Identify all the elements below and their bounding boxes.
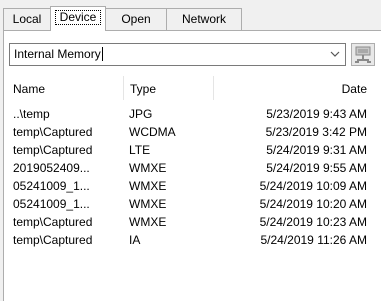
location-combobox[interactable]: Internal Memory [9,43,346,66]
file-name: 05241009_1... [13,179,90,193]
file-list[interactable]: Name Type Date ..\temp JPG 5/23/2019 9:4… [10,76,378,301]
tab-local[interactable]: Local [3,8,51,30]
chevron-down-icon[interactable] [329,48,341,60]
column-header-date[interactable]: Date [342,82,367,96]
file-name: 2019052409... [13,161,90,175]
tab-network-label: Network [181,12,226,26]
text-cursor [101,47,103,61]
tab-device-label: Device [59,10,97,24]
file-type: WMXE [129,197,167,211]
list-item[interactable]: ..\temp JPG 5/23/2019 9:43 AM [10,106,378,124]
column-header-type[interactable]: Type [130,82,156,96]
file-date: 5/24/2019 9:55 AM [266,161,367,175]
list-item[interactable]: 05241009_1... WMXE 5/24/2019 10:09 AM [10,178,378,196]
network-folder-icon [355,46,371,63]
file-name: 05241009_1... [13,197,90,211]
file-name: temp\Captured [13,215,93,229]
list-item[interactable]: 05241009_1... WMXE 5/24/2019 10:20 AM [10,196,378,214]
file-date: 5/23/2019 3:42 PM [265,125,367,139]
file-type: WMXE [129,215,167,229]
file-type: JPG [129,107,153,121]
file-type: IA [129,233,141,247]
file-date: 5/24/2019 10:23 AM [259,215,367,229]
file-date: 5/23/2019 9:43 AM [266,107,367,121]
file-date: 5/24/2019 10:09 AM [259,179,367,193]
file-type: WMXE [129,179,167,193]
column-divider[interactable] [213,76,214,100]
file-name: temp\Captured [13,143,93,157]
tab-open[interactable]: Open [105,8,167,30]
file-type: LTE [129,143,151,157]
tab-network[interactable]: Network [166,8,242,30]
list-item[interactable]: temp\Captured LTE 5/24/2019 9:31 AM [10,142,378,160]
file-name: temp\Captured [13,125,93,139]
tab-open-label: Open [121,12,151,26]
file-name: ..\temp [13,107,50,121]
file-type: WMXE [129,161,167,175]
list-item[interactable]: temp\Captured WCDMA 5/23/2019 3:42 PM [10,124,378,142]
tab-local-label: Local [12,12,42,26]
list-item[interactable]: temp\Captured IA 5/24/2019 11:26 AM [10,232,378,250]
list-item[interactable]: temp\Captured WMXE 5/24/2019 10:23 AM [10,214,378,232]
file-name: temp\Captured [13,233,93,247]
file-type: WCDMA [129,125,176,139]
browse-folder-button[interactable] [351,43,375,66]
tab-device[interactable]: Device [50,6,106,31]
list-header: Name Type Date [10,76,378,100]
file-date: 5/24/2019 11:26 AM [260,233,367,247]
column-divider[interactable] [123,76,124,100]
file-date: 5/24/2019 10:20 AM [259,197,367,211]
tab-strip: Local Device Open Network [3,6,303,31]
list-item[interactable]: 2019052409... WMXE 5/24/2019 9:55 AM [10,160,378,178]
file-date: 5/24/2019 9:31 AM [266,143,367,157]
column-header-name[interactable]: Name [13,82,45,96]
location-value: Internal Memory [14,47,101,61]
